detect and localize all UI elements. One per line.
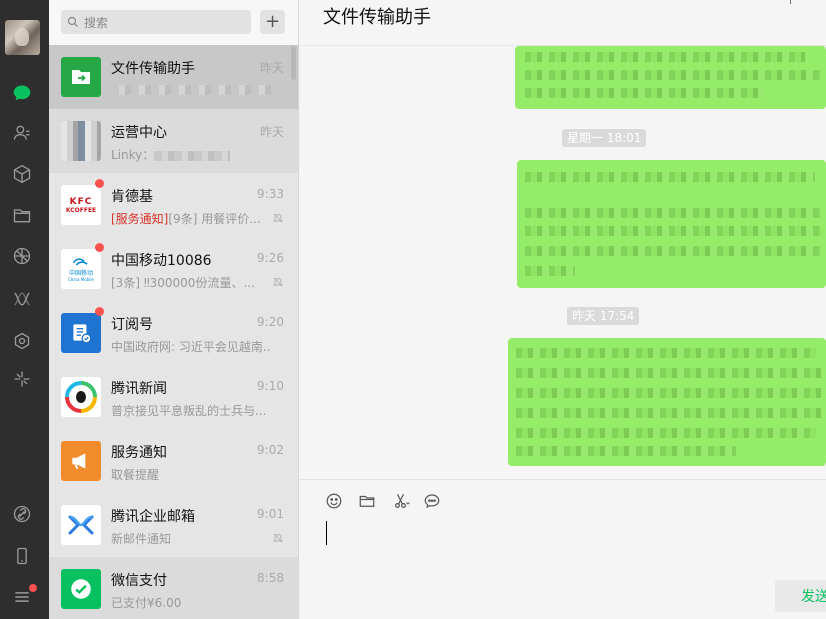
menu-badge [29,584,37,592]
list-item[interactable]: 文件传输助手 昨天 [49,45,298,109]
conversation-time: 8:58 [257,571,284,585]
conversation-name: 腾讯新闻 [111,381,167,397]
avatar[interactable] [5,20,40,55]
conversation-preview: 新邮件通知 [111,532,172,546]
message-bubble[interactable] [517,160,826,288]
list-item[interactable]: 中国移动 China Mobile 中国移动10086 9:26 [3条] ‼3… [49,237,298,301]
china-mobile-logo-icon: 中国移动 China Mobile [61,249,101,289]
list-item[interactable]: 运营中心 昨天 Linky： [49,109,298,173]
conversation-preview: 中国政府网: 习近平会见越南... [111,340,271,354]
unread-badge [95,243,104,252]
conversation-name: 服务通知 [111,445,167,461]
conversation-preview: Linky： [111,146,271,163]
conversation-time: 9:20 [257,315,284,329]
conversation-name: 中国移动10086 [111,253,212,269]
search-input[interactable]: 搜索 [61,10,251,34]
folder-icon[interactable] [357,491,377,511]
search-bar: 搜索 + [49,0,298,45]
conversation-time: 昨天 [259,61,284,75]
group-avatar [61,121,101,161]
search-icon [67,16,78,27]
timestamp: 昨天 17:54 [567,307,640,325]
tencent-mail-icon [61,505,101,545]
files-icon[interactable] [10,203,34,227]
add-button[interactable]: + [260,10,285,34]
message-bubble[interactable] [515,46,826,109]
mute-icon [272,277,284,287]
conversation-name: 文件传输助手 [111,61,195,77]
phone-icon[interactable] [10,544,34,568]
contacts-icon[interactable] [10,121,34,145]
conversation-preview: [服务通知][9条] 用餐评价... [111,212,261,226]
channels-icon[interactable] [10,287,34,311]
list-item[interactable]: 腾讯新闻 9:10 普京接见平息叛乱的士兵与... [49,365,298,429]
conversation-preview: [3条] ‼300000份流量、... [111,276,255,290]
mute-icon [272,213,284,223]
message-bubble[interactable] [508,338,826,466]
wechat-pay-icon [61,569,101,609]
chat-history-icon[interactable] [422,491,442,511]
conversation-time: 9:01 [257,507,284,521]
search-placeholder: 搜索 [84,15,109,30]
file-transfer-icon [61,57,101,97]
conversation-name: 腾讯企业邮箱 [111,509,195,525]
conversation-time: 9:33 [257,187,284,201]
message-input[interactable] [326,521,327,545]
unread-badge [95,307,104,316]
miniprogram-icon[interactable] [10,329,34,353]
conversation-preview [111,82,271,96]
conversation-preview: 取餐提醒 [111,468,160,482]
conversation-time: 9:02 [257,443,284,457]
chat-pane: 文件传输助手 星期一 18:01 昨天 17:54 发送 [299,0,826,619]
conversation-name: 微信支付 [111,573,167,589]
list-item[interactable]: 服务通知 9:02 取餐提醒 [49,429,298,493]
send-button[interactable]: 发送 [775,580,826,612]
conversation-name: 订阅号 [111,317,153,333]
service-notice-icon [61,441,101,481]
input-divider [299,479,826,480]
chat-title: 文件传输助手 [323,7,431,28]
list-item[interactable]: 订阅号 9:20 中国政府网: 习近平会见越南... [49,301,298,365]
conversation-time: 9:10 [257,379,284,393]
list-item[interactable]: KFC KCOFFEE 肯德基 9:33 [服务通知][9条] 用餐评价... [49,173,298,237]
title-divider [790,0,791,4]
list-item[interactable]: 微信支付 8:58 已支付¥6.00 [49,557,298,619]
link-icon[interactable] [10,502,34,526]
favorites-icon[interactable] [10,162,34,186]
scrollbar[interactable] [291,46,296,80]
mute-icon [272,533,284,543]
list-item[interactable]: 腾讯企业邮箱 9:01 新邮件通知 [49,493,298,557]
unread-badge [95,179,104,188]
conversation-preview: 已支付¥6.00 [111,596,182,610]
send-button-wrap: 发送 [775,580,826,612]
icon-sidebar [0,0,49,619]
conversation-time: 昨天 [259,125,284,139]
conversation-preview: 普京接见平息叛乱的士兵与... [111,404,267,418]
timestamp: 星期一 18:01 [562,129,647,147]
scissors-icon[interactable] [390,491,414,511]
tencent-news-icon [61,377,101,417]
conversation-name: 肯德基 [111,189,153,205]
emoji-icon[interactable] [324,491,344,511]
subscription-icon [61,313,101,353]
conversation-time: 9:26 [257,251,284,265]
conversation-name: 运营中心 [111,125,167,141]
search-discover-icon[interactable] [10,367,34,391]
kfc-logo-icon: KFC KCOFFEE [61,185,101,225]
chat-icon[interactable] [10,81,34,105]
moments-icon[interactable] [10,244,34,268]
conversation-list: 搜索 + 文件传输助手 昨天 运营中心 昨天 Linky： KFC KCOFFE… [49,0,299,619]
